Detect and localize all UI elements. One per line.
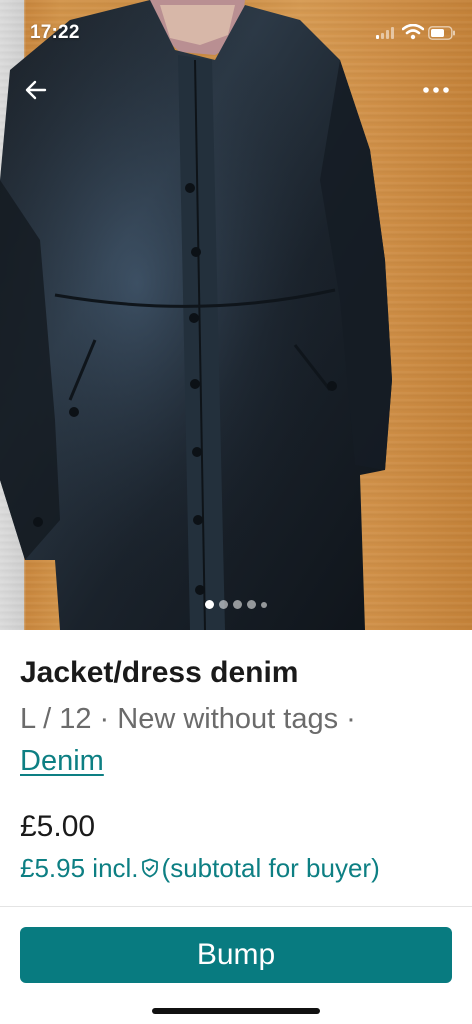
carousel-dot-3[interactable] [233,600,242,609]
bump-button[interactable]: Bump [20,927,452,983]
section-divider [0,906,472,907]
item-detail-screen: 17:22 Jacket/dress denim L / 12 · New wi… [0,0,472,1024]
battery-icon [428,26,455,40]
photo-carousel-indicator [0,600,472,609]
wifi-icon [402,24,424,40]
carousel-dot-4[interactable] [247,600,256,609]
subtotal-note: (subtotal for buyer) [161,853,380,883]
item-price: £5.00 [20,810,96,843]
carousel-dot-5[interactable] [261,601,267,608]
home-indicator[interactable] [152,1008,320,1014]
item-details: Jacket/dress denim L / 12 · New without … [20,652,452,782]
item-meta: L / 12 · New without tags · Denim [20,698,452,782]
cellular-signal-icon [376,27,394,39]
status-time: 17:22 [30,22,80,43]
status-bar: 17:22 [0,0,472,64]
more-options-button[interactable] [416,72,456,108]
carousel-dot-2[interactable] [219,600,228,609]
item-title: Jacket/dress denim [20,656,299,689]
buyer-protection-shield-icon [141,858,158,878]
product-photo[interactable] [0,0,472,630]
brand-link[interactable]: Denim [20,745,104,777]
back-arrow-icon [25,80,47,100]
price-incl-text: £5.95 incl. [20,853,139,883]
garment-image [0,0,392,630]
carousel-dot-1[interactable] [205,600,214,609]
buyer-total-price[interactable]: £5.95 incl. (subtotal for buyer) [20,848,380,888]
back-button[interactable] [18,72,54,108]
size-condition-text: L / 12 · New without tags · [20,703,356,735]
more-options-icon [423,87,449,93]
